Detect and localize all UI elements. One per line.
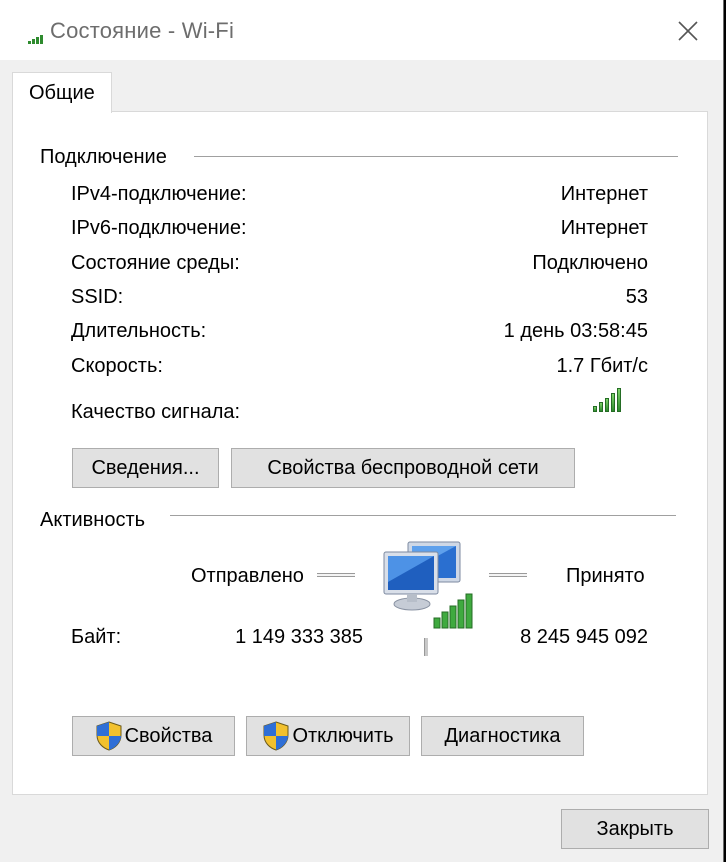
uac-shield-icon xyxy=(96,721,122,751)
close-icon xyxy=(678,21,698,41)
activity-group-title: Активность xyxy=(40,509,146,531)
properties-button-label: Свойства xyxy=(124,724,213,747)
tab-general-label: Общие xyxy=(29,82,95,104)
ssid-value: 53 xyxy=(625,286,648,308)
close-button[interactable]: Закрыть xyxy=(561,809,709,849)
speed-label: Скорость: xyxy=(71,355,163,377)
connection-group-title: Подключение xyxy=(40,146,167,168)
received-label: Принято xyxy=(566,565,645,587)
ipv6-value: Интернет xyxy=(560,217,648,239)
tab-general[interactable]: Общие xyxy=(12,72,112,113)
activity-group-divider xyxy=(170,515,676,516)
ssid-label: SSID: xyxy=(71,286,124,308)
sent-label: Отправлено xyxy=(191,565,304,587)
title-bar[interactable]: Состояние - Wi-Fi xyxy=(0,0,723,60)
wireless-properties-button[interactable]: Свойства беспроводной сети xyxy=(231,448,575,488)
network-computers-icon xyxy=(383,541,473,629)
bytes-label: Байт: xyxy=(71,626,122,648)
connection-group-divider xyxy=(194,156,678,157)
signal-quality-icon xyxy=(593,388,623,412)
properties-button[interactable]: Свойства xyxy=(72,716,235,756)
sent-activity-line xyxy=(317,573,355,577)
ipv6-label: IPv6-подключение: xyxy=(71,217,247,239)
received-activity-line xyxy=(489,573,527,577)
uac-shield-icon xyxy=(263,721,289,751)
duration-value: 1 день 03:58:45 xyxy=(503,320,648,342)
media-state-label: Состояние среды: xyxy=(71,252,240,274)
speed-value: 1.7 Гбит/с xyxy=(556,355,648,377)
media-state-value: Подключено xyxy=(532,252,648,274)
wifi-signal-icon xyxy=(28,35,43,44)
activity-indicator xyxy=(424,638,428,656)
diagnostics-button[interactable]: Диагностика xyxy=(421,716,584,756)
ipv4-label: IPv4-подключение: xyxy=(71,183,247,205)
bytes-sent-value: 1 149 333 385 xyxy=(235,626,363,648)
signal-quality-label: Качество сигнала: xyxy=(71,401,241,423)
bytes-received-value: 8 245 945 092 xyxy=(520,626,648,648)
ipv4-value: Интернет xyxy=(560,183,648,205)
close-window-button[interactable] xyxy=(668,12,708,50)
wifi-status-window: Состояние - Wi-Fi Общие Подключение IPv4… xyxy=(0,0,724,862)
window-title: Состояние - Wi-Fi xyxy=(50,18,235,43)
duration-label: Длительность: xyxy=(71,320,207,342)
details-button[interactable]: Сведения... xyxy=(72,448,219,488)
disable-button[interactable]: Отключить xyxy=(246,716,410,756)
disable-button-label: Отключить xyxy=(292,724,394,747)
